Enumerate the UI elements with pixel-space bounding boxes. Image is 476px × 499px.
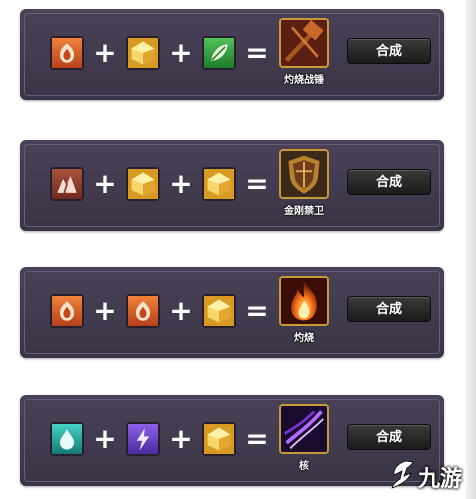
war-hammer-icon[interactable] xyxy=(279,18,329,68)
fire-emblem-icon xyxy=(50,36,84,70)
jiuyou-logo-icon xyxy=(391,460,414,489)
gold-gem-icon xyxy=(202,167,236,201)
result-name: 灼烧战锤 xyxy=(284,75,324,86)
plus-operator: + xyxy=(169,294,193,327)
recipe-panel: + + = 灼烧 xyxy=(20,9,444,100)
gold-gem-icon xyxy=(126,36,160,70)
equals-operator: = xyxy=(245,294,269,327)
equals-operator: = xyxy=(245,36,269,69)
gold-gem-icon xyxy=(126,167,160,201)
combine-button[interactable]: 合成 xyxy=(347,296,431,322)
plus-operator: + xyxy=(169,36,193,69)
combine-button[interactable]: 合成 xyxy=(347,424,431,450)
shield-icon[interactable] xyxy=(279,149,329,199)
combine-button[interactable]: 合成 xyxy=(347,169,431,195)
equals-operator: = xyxy=(245,422,269,455)
result-name: 核 xyxy=(299,461,309,472)
gold-gem-icon xyxy=(202,294,236,328)
plus-operator: + xyxy=(93,422,117,455)
water-drop-emblem-icon xyxy=(50,422,84,456)
plus-operator: + xyxy=(93,36,117,69)
recipe-panel: + + = 金刚禁卫 合成 xyxy=(20,140,444,231)
mountain-emblem-icon xyxy=(50,167,84,201)
plus-operator: + xyxy=(169,422,193,455)
plus-operator: + xyxy=(93,294,117,327)
equals-operator: = xyxy=(245,167,269,200)
combine-button[interactable]: 合成 xyxy=(347,38,431,64)
plus-operator: + xyxy=(93,167,117,200)
synthesis-page: + + = 灼烧战锤 合成 + + = 金刚禁卫 合成 + + = 灼烧 合成 … xyxy=(0,0,476,499)
page-edge xyxy=(466,0,476,499)
flame-icon[interactable] xyxy=(279,276,329,326)
recipe-panel: + + = 核 合成 xyxy=(20,395,444,486)
purple-slash-icon[interactable] xyxy=(279,404,329,454)
watermark-text: 九游 xyxy=(418,467,463,492)
plus-operator: + xyxy=(169,167,193,200)
fire-emblem-icon xyxy=(126,294,160,328)
fire-emblem-icon xyxy=(50,294,84,328)
gold-gem-icon xyxy=(202,422,236,456)
result-name: 金刚禁卫 xyxy=(284,206,324,217)
result-name: 灼烧 xyxy=(294,333,314,344)
leaf-emblem-icon xyxy=(202,36,236,70)
lightning-emblem-icon xyxy=(126,422,160,456)
recipe-panel: + + = 灼烧 xyxy=(20,267,444,358)
watermark: 九游 xyxy=(388,455,474,495)
